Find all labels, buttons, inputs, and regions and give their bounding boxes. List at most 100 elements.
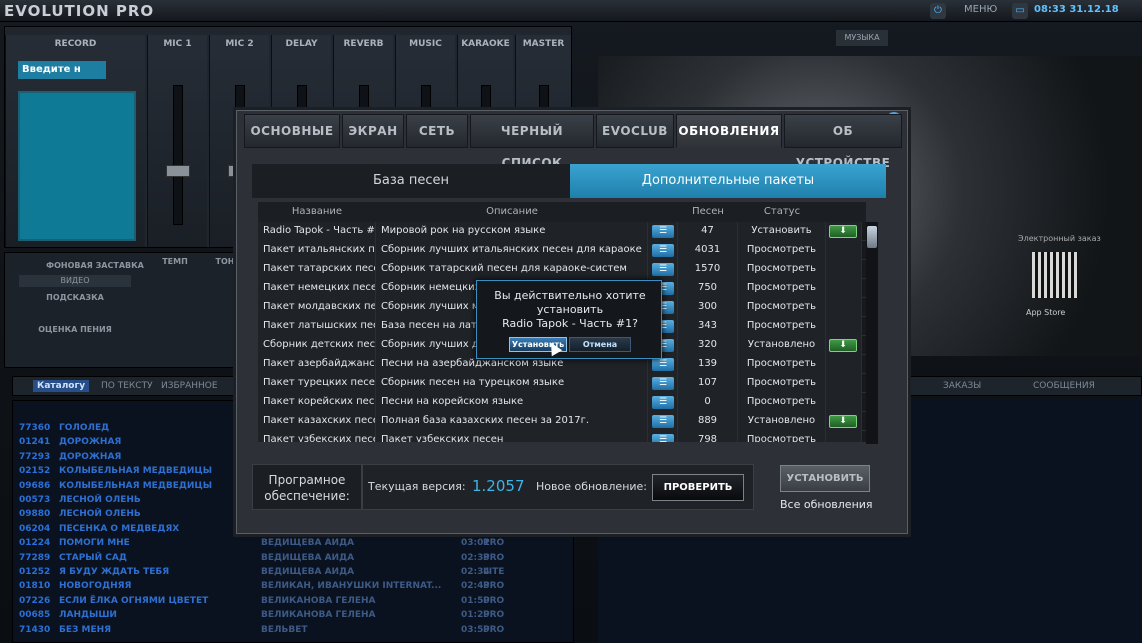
song-artist: ВЕЛИКАНОВА ГЕЛЕНА — [261, 595, 376, 606]
package-name: Пакет азербайджанских песен — [258, 355, 376, 374]
package-songs: 889 — [678, 412, 738, 431]
install-button[interactable]: УСТАНОВИТЬ — [780, 465, 870, 492]
record-label: RECORD — [54, 39, 97, 49]
tab-3[interactable]: ЧЕРНЫЙ СПИСОК — [470, 114, 594, 170]
table-scrollbar[interactable] — [866, 222, 878, 444]
details-icon[interactable]: ☰ — [652, 415, 674, 428]
download-cell — [826, 393, 862, 412]
bg-select[interactable]: ВИДЕО — [19, 275, 131, 287]
music-button[interactable]: МУЗЫКА — [836, 30, 888, 46]
table-row[interactable]: Пакет казахских песен Полная база казахск… — [258, 412, 866, 431]
list-item[interactable]: 01810 НОВОГОДНЯЯ ВЕЛИКАН, ИВАНУШКИ INTERNA… — [13, 579, 575, 593]
details-icon[interactable]: ☰ — [652, 244, 674, 257]
tab-1[interactable]: ЭКРАН — [342, 114, 404, 148]
subtab-extra-packages[interactable]: Дополнительные пакеты — [570, 164, 886, 198]
record-input[interactable]: Введите н — [18, 61, 106, 79]
table-row[interactable]: Пакет узбекских песен Пакет узбекских пес… — [258, 431, 866, 442]
download-cell: ⬇ — [826, 222, 862, 241]
package-songs: 4031 — [678, 241, 738, 260]
details-icon[interactable]: ☰ — [652, 434, 674, 442]
download-cell — [826, 279, 862, 298]
list-item[interactable]: 01224 ПОМОГИ МНЕ ВЕДИЩЕВА АИДА 03:01 PRO — [13, 536, 575, 550]
details-cell: ☰ — [648, 431, 678, 442]
tab-5[interactable]: ОБНОВЛЕНИЯ — [676, 114, 782, 148]
download-icon[interactable]: ⬇ — [829, 225, 857, 238]
download-icon[interactable]: ⬇ — [829, 339, 857, 352]
package-status[interactable]: Просмотреть — [738, 241, 826, 260]
orders-tab[interactable]: ЗАКАЗЫ — [943, 381, 981, 391]
all-updates-link[interactable]: Все обновления — [780, 498, 873, 511]
package-name: Пакет итальянских песен — [258, 241, 376, 260]
download-icon[interactable]: ⬇ — [829, 415, 857, 428]
details-cell: ☰ — [648, 412, 678, 431]
messages-tab[interactable]: СООБЩЕНИЯ — [1033, 381, 1095, 391]
package-status[interactable]: Просмотреть — [738, 260, 826, 279]
list-item[interactable]: 71430 БЕЗ МЕНЯ ВЕЛЬВЕТ 03:59 PRO — [13, 623, 575, 637]
song-type: PRO — [483, 581, 505, 592]
tab-favorites[interactable]: ИЗБРАННОЕ — [161, 381, 218, 391]
package-status[interactable]: Просмотреть — [738, 393, 826, 412]
details-icon[interactable]: ☰ — [652, 225, 674, 238]
fader-knob[interactable] — [165, 165, 190, 177]
song-artist: ВЕЛИКАНОВА ГЕЛЕНА — [261, 610, 376, 621]
channel-label: DELAY — [285, 39, 318, 49]
list-item[interactable]: 00685 ЛАНДЫШИ ВЕЛИКАНОВА ГЕЛЕНА 01:29 PRO — [13, 608, 575, 622]
download-cell: ⬇ — [826, 336, 862, 355]
song-number: 00685 — [19, 610, 51, 621]
table-header: Название Описание Песен Статус — [258, 202, 866, 222]
tab-0[interactable]: ОСНОВНЫЕ — [244, 114, 340, 148]
subtab-song-base[interactable]: База песен — [252, 164, 570, 198]
package-status[interactable]: Просмотреть — [738, 298, 826, 317]
details-icon[interactable]: ☰ — [652, 263, 674, 276]
screen-icon[interactable]: ▭ — [1012, 3, 1028, 19]
table-row[interactable]: Пакет корейских песен Песни на корейском … — [258, 393, 866, 412]
package-description: Полная база казахских песен за 2017г. — [376, 412, 648, 431]
tab-4[interactable]: EVOCLUB — [596, 114, 674, 148]
tab-by-text[interactable]: ПО ТЕКСТУ — [101, 381, 153, 391]
tab-catalog[interactable]: Каталогу — [33, 380, 90, 392]
list-item[interactable]: 07226 ЕСЛИ ЁЛКА ОГНЯМИ ЦВЕТЕТ ВЕЛИКАНОВА Г… — [13, 594, 575, 608]
power-icon[interactable]: ⏻ — [930, 3, 946, 19]
song-title: ПЕСЕНКА О МЕДВЕДЯХ — [59, 523, 180, 534]
package-status[interactable]: Просмотреть — [738, 431, 826, 442]
clock: 08:33 31.12.18 — [1034, 4, 1119, 15]
channel-label: MUSIC — [409, 39, 442, 49]
song-title: СТАРЫЙ САД — [59, 552, 127, 563]
song-title: ГОЛОЛЕД — [59, 423, 110, 433]
package-status[interactable]: Просмотреть — [738, 279, 826, 298]
package-status[interactable]: Установлено — [738, 336, 826, 355]
package-status[interactable]: Просмотреть — [738, 317, 826, 336]
details-icon[interactable]: ☰ — [652, 377, 674, 390]
table-row[interactable]: Пакет итальянских песенСборник лучших ит… — [258, 241, 866, 260]
package-songs: 300 — [678, 298, 738, 317]
list-item[interactable]: 77289 СТАРЫЙ САД ВЕДИЩЕВА АИДА 02:33 PRO — [13, 551, 575, 565]
package-status[interactable]: Просмотреть — [738, 374, 826, 393]
tab-6[interactable]: ОБ УСТРОЙСТВЕ — [784, 114, 902, 170]
song-number: 02152 — [19, 466, 51, 477]
appstore-badge[interactable]: App Store — [1026, 308, 1086, 322]
table-row[interactable]: Пакет турецких песен Сборник песен на тур… — [258, 374, 866, 393]
confirm-cancel-button[interactable]: Отмена — [569, 337, 631, 352]
fader[interactable] — [172, 85, 183, 225]
confirm-message: Вы действительно хотите установить Radio… — [477, 289, 663, 331]
package-status[interactable]: Установлено — [738, 412, 826, 431]
package-description: Пакет узбекских песен — [376, 431, 648, 442]
menu-button[interactable]: МЕНЮ — [964, 4, 997, 15]
scrollbar-thumb[interactable] — [867, 226, 877, 248]
details-icon[interactable]: ☰ — [652, 358, 674, 371]
tab-2[interactable]: СЕТЬ — [406, 114, 468, 148]
table-row[interactable]: Пакет татарских песен Сборник татарский п… — [258, 260, 866, 279]
song-title: ЕСЛИ ЁЛКА ОГНЯМИ ЦВЕТЕТ — [59, 595, 209, 606]
download-cell — [826, 260, 862, 279]
confirm-line3: Radio Tapok - Часть #1? — [502, 317, 638, 330]
package-status[interactable]: Установить — [738, 222, 826, 241]
left-options-panel: ФОНОВАЯ ЗАСТАВКА ВИДЕО ПОДСКАЗКА ОЦЕНКА … — [4, 252, 254, 368]
package-status[interactable]: Просмотреть — [738, 355, 826, 374]
table-row[interactable]: Radio Tapok - Часть #1 Мировой рок на рус… — [258, 222, 866, 241]
song-title: КОЛЫБЕЛЬНАЯ МЕДВЕДИЦЫ — [59, 466, 213, 477]
song-title: НОВОГОДНЯЯ — [59, 581, 132, 592]
download-cell — [826, 431, 862, 442]
check-button[interactable]: ПРОВЕРИТЬ — [652, 474, 744, 501]
list-item[interactable]: 01252 Я БУДУ ЖДАТЬ ТЕБЯ ВЕДИЩЕВА АИДА 02:34… — [13, 565, 575, 579]
details-icon[interactable]: ☰ — [652, 396, 674, 409]
